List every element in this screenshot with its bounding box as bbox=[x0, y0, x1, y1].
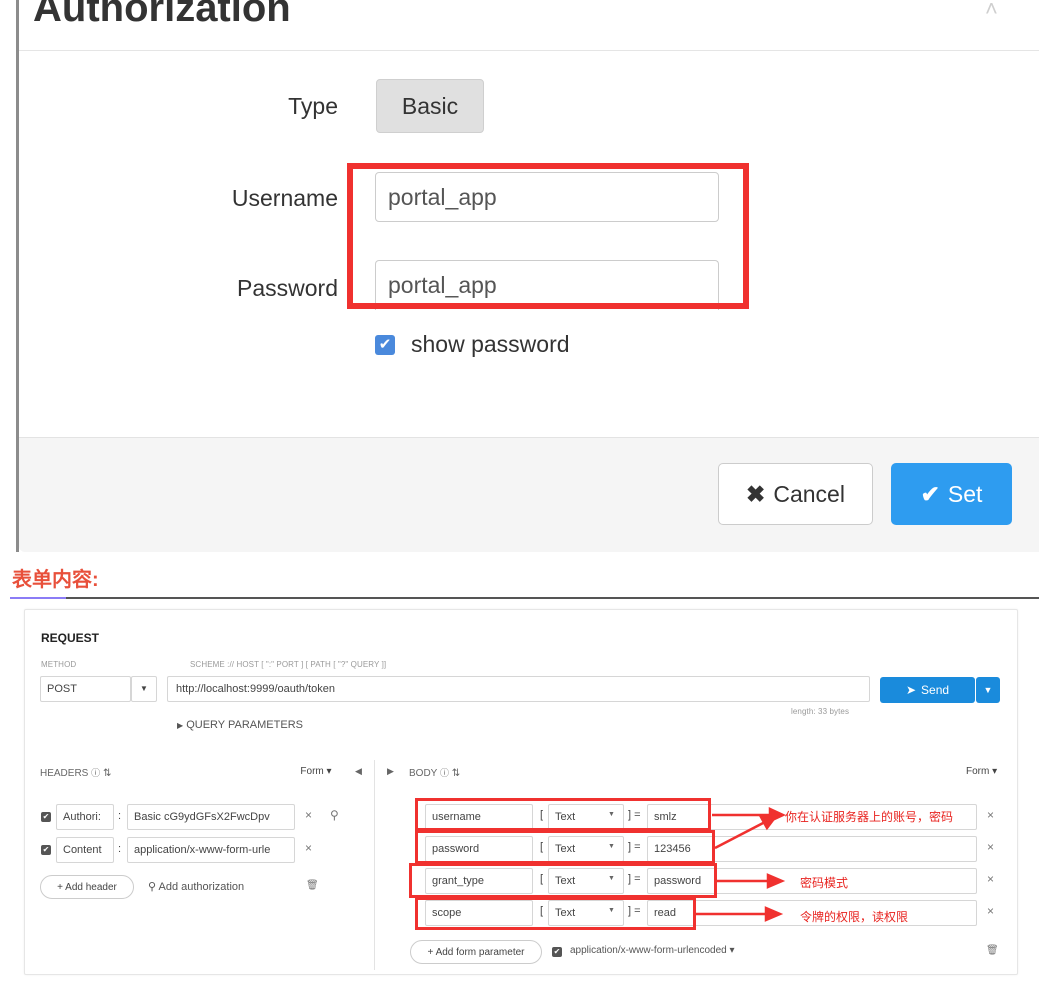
column-divider bbox=[374, 760, 375, 970]
annotation-account-password: 你在认证服务器上的账号，密码 bbox=[785, 810, 954, 824]
headers-label: HEADERS bbox=[40, 768, 89, 779]
content-type-select[interactable]: application/x-www-form-urlencoded ▾ bbox=[570, 945, 735, 956]
row-highlight-box bbox=[409, 863, 717, 898]
header-name-field[interactable]: Content bbox=[56, 837, 114, 863]
body-form-select[interactable]: Form ▾ bbox=[966, 760, 1000, 786]
headers-heading: HEADERS ⓘ ⇅ bbox=[40, 766, 111, 779]
check-icon: ✔ bbox=[920, 480, 940, 507]
query-params-label: QUERY PARAMETERS bbox=[186, 719, 303, 731]
sort-icon[interactable]: ⇅ bbox=[452, 768, 460, 779]
scheme-label: SCHEME :// HOST [ ":" PORT ] [ PATH [ "?… bbox=[190, 660, 387, 669]
headers-form-select[interactable]: Form ▾ bbox=[283, 760, 343, 786]
annotation-arrows bbox=[696, 807, 786, 922]
row-highlight-box bbox=[415, 897, 696, 930]
magnifier-icon[interactable]: ⚲ bbox=[330, 808, 339, 822]
colon-separator: : bbox=[118, 843, 122, 855]
show-password-checkbox[interactable]: ✔ bbox=[375, 335, 395, 355]
add-authorization-link[interactable]: ⚲ Add authorization bbox=[148, 880, 244, 893]
password-label: Password bbox=[237, 275, 338, 301]
type-label: Type bbox=[288, 93, 338, 119]
cancel-label: Cancel bbox=[773, 480, 845, 507]
add-header-button[interactable]: + Add header bbox=[40, 875, 134, 899]
cancel-button[interactable]: ✖ Cancel bbox=[718, 463, 873, 525]
annotation-token-scope: 令牌的权限，读权限 bbox=[800, 910, 909, 924]
caret-right-icon: ▶ bbox=[177, 721, 184, 730]
arrow-head bbox=[758, 814, 779, 831]
colon-separator: : bbox=[118, 810, 122, 822]
header-row-checkbox[interactable]: ✔ bbox=[41, 845, 51, 855]
auth-type-button[interactable]: Basic bbox=[376, 79, 484, 133]
help-icon: ⓘ bbox=[439, 768, 449, 778]
length-text: length: 33 bytes bbox=[791, 707, 850, 716]
collapse-left-icon[interactable]: ◀ bbox=[355, 766, 362, 777]
set-button[interactable]: ✔ Set bbox=[891, 463, 1012, 525]
arrow-head bbox=[766, 873, 786, 889]
header-value-field[interactable]: application/x-www-form-urle bbox=[127, 837, 295, 863]
arrow-head bbox=[764, 906, 784, 922]
request-title: REQUEST bbox=[41, 631, 100, 645]
paper-plane-icon: ➤ bbox=[905, 683, 917, 697]
content-type-checkbox[interactable]: ✔ bbox=[552, 947, 562, 957]
remove-header-icon[interactable]: × bbox=[305, 841, 312, 855]
collapse-right-icon[interactable]: ▶ bbox=[387, 766, 394, 777]
username-label: Username bbox=[231, 185, 338, 211]
trash-icon[interactable]: 🗑 bbox=[986, 945, 999, 956]
remove-param-icon[interactable]: × bbox=[987, 840, 994, 854]
row-highlight-box bbox=[415, 830, 715, 864]
header-row-checkbox[interactable]: ✔ bbox=[41, 812, 51, 822]
header-name-field[interactable]: Authori: bbox=[56, 804, 114, 830]
remove-param-icon[interactable]: × bbox=[987, 904, 994, 918]
key-icon: ⚲ bbox=[148, 881, 157, 893]
caption-divider bbox=[10, 597, 1039, 599]
form-content-caption: 表单内容: bbox=[12, 569, 99, 591]
arrow-line bbox=[714, 820, 766, 850]
remove-param-icon[interactable]: × bbox=[987, 872, 994, 886]
method-select[interactable]: POST bbox=[40, 676, 131, 702]
sort-icon[interactable]: ⇅ bbox=[103, 768, 111, 779]
url-input[interactable]: http://localhost:9999/oauth/token bbox=[167, 676, 870, 702]
send-label: Send bbox=[921, 683, 950, 697]
annotation-password-mode: 密码模式 bbox=[800, 876, 849, 890]
remove-header-icon[interactable]: × bbox=[305, 808, 312, 822]
method-dropdown-icon[interactable]: ▼ bbox=[131, 676, 157, 702]
dialog-title: Authorization bbox=[33, 0, 291, 30]
send-button[interactable]: ➤ Send bbox=[880, 677, 975, 703]
authorization-dialog: Authorization ˄ Type Basic Username port… bbox=[0, 0, 1039, 552]
cross-icon: ✖ bbox=[746, 480, 766, 507]
header-divider bbox=[19, 50, 1039, 51]
header-value-field[interactable]: Basic cG9ydGFsX2FwcDpv bbox=[127, 804, 295, 830]
add-form-parameter-button[interactable]: + Add form parameter bbox=[410, 940, 542, 964]
trash-icon[interactable]: 🗑 bbox=[306, 880, 319, 891]
show-password-label: show password bbox=[411, 331, 570, 357]
remove-param-icon[interactable]: × bbox=[987, 808, 994, 822]
credentials-highlight-box bbox=[347, 163, 749, 309]
method-label: METHOD bbox=[41, 660, 77, 669]
add-authorization-label: Add authorization bbox=[158, 881, 245, 893]
close-icon[interactable]: ˄ bbox=[985, 0, 998, 22]
set-label: Set bbox=[947, 480, 983, 507]
caption-accent bbox=[10, 597, 66, 599]
body-label: BODY bbox=[409, 768, 438, 779]
row-highlight-box bbox=[415, 798, 711, 831]
query-params-toggle[interactable]: ▶ QUERY PARAMETERS bbox=[177, 719, 303, 731]
help-icon: ⓘ bbox=[91, 768, 101, 778]
body-heading: BODY ⓘ ⇅ bbox=[409, 766, 460, 779]
dialog-footer bbox=[19, 437, 1039, 552]
send-dropdown-icon[interactable]: ▼ bbox=[976, 677, 1000, 703]
